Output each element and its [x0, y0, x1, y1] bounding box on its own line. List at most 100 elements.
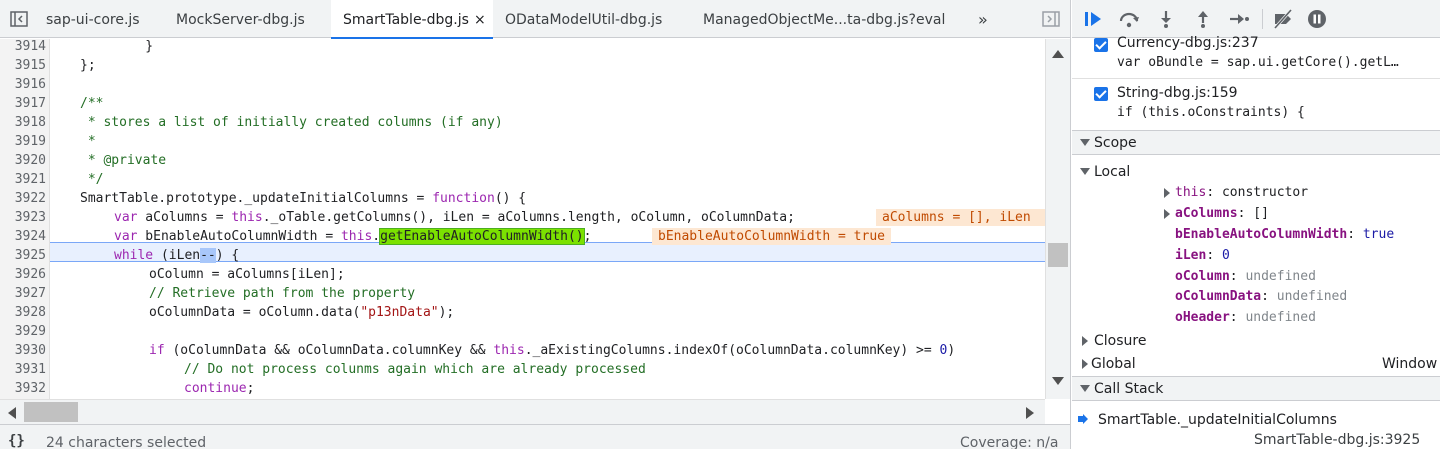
scope-local[interactable]: Local — [1094, 163, 1130, 181]
deactivate-breakpoints-icon[interactable] — [1272, 9, 1294, 29]
breakpoint-checkbox[interactable] — [1094, 38, 1108, 52]
line-number[interactable]: 3922 — [0, 189, 46, 208]
line-number[interactable]: 3930 — [0, 341, 46, 360]
line-number[interactable]: 3914 — [0, 39, 46, 56]
keyword-token: this — [231, 210, 263, 225]
line-number[interactable]: 3932 — [0, 379, 46, 398]
line-number[interactable]: 3915 — [0, 56, 46, 75]
line-number[interactable]: 3928 — [0, 303, 46, 322]
line-number[interactable]: 3931 — [0, 360, 46, 379]
horizontal-scrollbar[interactable] — [0, 399, 1045, 424]
variable-value: undefined — [1245, 310, 1316, 325]
scope-variable-ilen[interactable]: iLen: 0 — [1175, 247, 1230, 265]
code-editor[interactable]: 3914 3915 3916 3917 3918 3919 3920 3921 … — [0, 39, 1045, 399]
pretty-print-icon[interactable]: {} — [8, 433, 25, 449]
keyword-token: while — [114, 248, 154, 263]
code-token: ._aExistingColumns.indexOf(oColumnData.c… — [524, 343, 940, 358]
scroll-up-arrow-icon[interactable] — [1052, 50, 1064, 58]
vertical-scroll-thumb[interactable] — [1048, 243, 1068, 267]
coverage-status: Coverage: n/a — [960, 435, 1059, 449]
step-into-icon[interactable] — [1155, 9, 1177, 29]
expand-arrow-icon[interactable] — [1164, 188, 1170, 198]
code-line: while (iLen--) { — [114, 246, 239, 265]
breakpoint-location[interactable]: String-dbg.js:159 — [1117, 85, 1238, 101]
toggle-navigator-icon[interactable] — [10, 11, 28, 27]
code-token: aColumns = — [137, 210, 232, 225]
expand-arrow-icon[interactable] — [1082, 359, 1088, 369]
call-frame-location[interactable]: SmartTable-dbg.js:3925 — [1254, 432, 1420, 448]
scope-variable-ocolumndata[interactable]: oColumnData: undefined — [1175, 288, 1347, 306]
line-number[interactable]: 3924 — [0, 227, 46, 246]
line-number[interactable]: 3918 — [0, 113, 46, 132]
scope-global-value: Window — [1382, 356, 1438, 372]
line-number[interactable]: 3919 — [0, 132, 46, 151]
step-over-icon[interactable] — [1118, 9, 1140, 29]
evaluated-expression-highlight: getEnableAutoColumnWidth() — [379, 228, 585, 245]
line-number-gutter[interactable]: 3914 3915 3916 3917 3918 3919 3920 3921 … — [0, 39, 50, 399]
horizontal-scroll-thumb[interactable] — [24, 402, 78, 422]
tab-odatamodelutil[interactable]: ODataModelUtil-dbg.js — [505, 0, 662, 38]
tab-smarttable[interactable]: SmartTable-dbg.js — [331, 0, 493, 39]
scope-variable-this[interactable]: this: constructor — [1175, 184, 1308, 202]
expand-arrow-icon[interactable] — [1082, 336, 1088, 346]
code-token: ); — [438, 305, 455, 320]
toggle-debugger-sidebar-icon[interactable] — [1042, 11, 1060, 27]
line-number[interactable]: 3917 — [0, 94, 46, 113]
code-line: // Retrieve path from the property — [149, 286, 416, 301]
code-token: bEnableAutoColumnWidth = — [137, 229, 341, 244]
variable-value: true — [1362, 227, 1395, 242]
step-out-icon[interactable] — [1192, 9, 1214, 29]
code-line: SmartTable.prototype._updateInitialColum… — [80, 189, 526, 208]
code-token: (oColumnData && oColumnData.columnKey && — [164, 343, 494, 358]
code-line: oColumn = aColumns[iLen]; — [149, 267, 345, 282]
line-number[interactable]: 3927 — [0, 284, 46, 303]
line-number[interactable]: 3929 — [0, 322, 46, 341]
tab-close-icon[interactable]: × — [474, 0, 486, 40]
collapse-arrow-icon[interactable] — [1080, 168, 1090, 175]
collapse-arrow-icon — [1080, 385, 1090, 392]
editor-tab-bar: sap-ui-core.js MockServer-dbg.js SmartTa… — [0, 0, 1070, 40]
variable-separator: : — [1206, 248, 1222, 263]
tab-sap-ui-core[interactable]: sap-ui-core.js — [46, 0, 140, 38]
scope-variable-ocolumn[interactable]: oColumn: undefined — [1175, 268, 1316, 286]
variable-separator: : — [1206, 185, 1222, 200]
scope-global[interactable]: Global — [1091, 355, 1136, 373]
code-line: */ — [80, 172, 104, 187]
line-number[interactable]: 3920 — [0, 151, 46, 170]
line-number[interactable]: 3921 — [0, 170, 46, 189]
scroll-left-arrow-icon[interactable] — [8, 407, 16, 419]
call-stack-section-header[interactable]: Call Stack — [1072, 376, 1440, 401]
line-number[interactable]: 3925 — [0, 246, 46, 265]
variable-value: [] — [1253, 206, 1269, 221]
scope-variable-benableautocolumnwidth[interactable]: bEnableAutoColumnWidth: true — [1175, 226, 1394, 244]
vertical-scrollbar[interactable] — [1045, 39, 1070, 399]
scope-section-header[interactable]: Scope — [1072, 130, 1440, 155]
scope-closure[interactable]: Closure — [1094, 332, 1146, 350]
variable-separator: : — [1229, 269, 1246, 284]
expand-arrow-icon[interactable] — [1164, 209, 1170, 219]
code-line: * @private — [80, 153, 167, 168]
line-number[interactable]: 3926 — [0, 265, 46, 284]
scope-variable-oheader[interactable]: oHeader: undefined — [1175, 309, 1316, 327]
resume-icon[interactable] — [1082, 9, 1104, 29]
code-line: * — [80, 134, 96, 149]
scope-variable-acolumns[interactable]: aColumns: [] — [1175, 205, 1269, 223]
line-number[interactable]: 3923 — [0, 208, 46, 227]
breakpoint-checkbox[interactable] — [1094, 87, 1108, 101]
tab-mockserver[interactable]: MockServer-dbg.js — [176, 0, 305, 38]
line-number[interactable]: 3916 — [0, 75, 46, 94]
scroll-right-arrow-icon[interactable] — [1026, 407, 1034, 419]
pause-on-exceptions-icon[interactable] — [1306, 9, 1328, 29]
code-line: oColumnData = oColumn.data("p13nData"); — [149, 303, 454, 322]
scroll-down-arrow-icon[interactable] — [1052, 377, 1064, 385]
more-tabs-icon[interactable]: » — [978, 0, 988, 38]
breakpoint-entry[interactable]: String-dbg.js:159 if (this.oConstraints)… — [1072, 84, 1440, 128]
call-frame-function[interactable]: SmartTable._updateInitialColumns — [1098, 412, 1337, 428]
breakpoint-code: var oBundle = sap.ui.getCore().getL… — [1117, 55, 1399, 70]
step-icon[interactable] — [1228, 9, 1250, 29]
variable-separator: : — [1229, 310, 1246, 325]
code-token: oColumnData = oColumn.data( — [149, 305, 361, 320]
tab-smarttable-label: SmartTable-dbg.js — [343, 12, 469, 28]
tab-managedobjectmeta[interactable]: ManagedObjectMe...ta-dbg.js?eval — [703, 0, 945, 38]
breakpoint-location[interactable]: Currency-dbg.js:237 — [1117, 35, 1259, 51]
